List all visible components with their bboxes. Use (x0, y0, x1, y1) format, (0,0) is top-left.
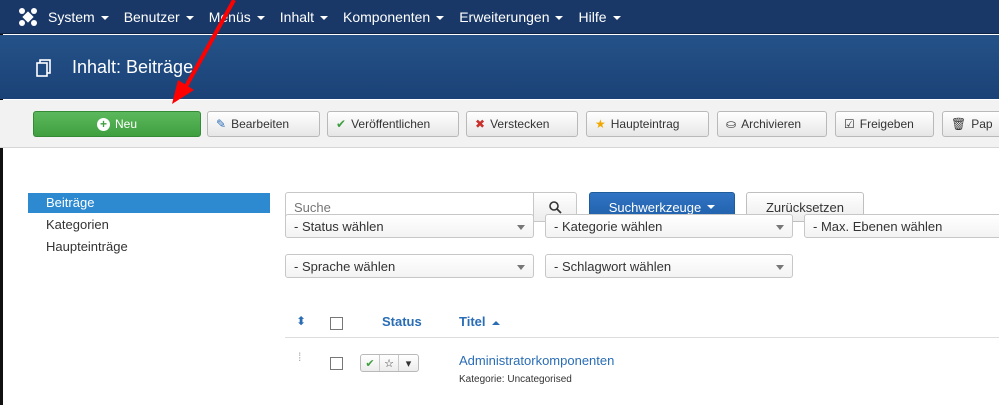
ordering-sort-icon[interactable]: ⬍ (296, 314, 306, 328)
chevron-down-icon (100, 16, 109, 21)
title-column-label: Titel (459, 314, 486, 329)
language-filter-value: - Sprache wählen (294, 258, 396, 274)
trash-icon: 🗑 (951, 117, 967, 131)
action-toolbar: + Neu ✎ Bearbeiten ✔ Veröffentlichen ✖ V… (0, 100, 999, 148)
chevron-down-icon (185, 16, 194, 21)
page-title: Inhalt: Beiträge (72, 57, 194, 77)
chevron-down-icon (517, 225, 525, 230)
archive-button[interactable]: ⛀ Archivieren (717, 111, 827, 137)
language-filter-select[interactable]: - Sprache wählen (285, 254, 534, 278)
checkin-button[interactable]: ☑ Freigeben (835, 111, 934, 137)
edit-button-label: Bearbeiten (231, 117, 290, 131)
menu-erweiterungen[interactable]: Erweiterungen (459, 9, 564, 25)
chevron-down-icon (436, 16, 445, 21)
featured-star-icon[interactable]: ☆ (380, 355, 399, 371)
article-category: Kategorie: Uncategorised (459, 374, 572, 385)
menu-benutzer[interactable]: Benutzer (124, 9, 194, 25)
edit-icon: ✎ (216, 117, 227, 131)
stack-icon (36, 59, 51, 77)
max-levels-filter-select[interactable]: - Max. Ebenen wählen (804, 214, 999, 238)
published-check-icon[interactable]: ✔ (361, 355, 380, 371)
menu-erweiterungen-label: Erweiterungen (459, 9, 550, 25)
menu-inhalt-label: Inhalt (279, 9, 315, 25)
row-checkbox[interactable] (330, 357, 343, 370)
status-filter-select[interactable]: - Status wählen (285, 214, 534, 238)
title-column-header[interactable]: Titel (459, 314, 500, 329)
chevron-down-icon (612, 16, 621, 21)
row-actions-dropdown-icon[interactable]: ▾ (399, 355, 418, 371)
sidebar-item-kategorien[interactable]: Kategorien (28, 215, 270, 235)
trash-button[interactable]: 🗑 Pap (942, 111, 999, 137)
menu-benutzer-label: Benutzer (123, 9, 180, 25)
chevron-down-icon (555, 16, 564, 21)
sidebar-item-beitraege[interactable]: Beiträge (28, 193, 270, 213)
featured-button-label: Haupteintrag (610, 117, 680, 131)
chevron-down-icon (776, 265, 784, 270)
publish-button[interactable]: ✔ Veröffentlichen (327, 111, 459, 137)
max-levels-filter-value: - Max. Ebenen wählen (813, 218, 943, 234)
search-icon (548, 200, 562, 214)
new-button-label: Neu (114, 117, 137, 131)
chevron-down-icon (256, 16, 265, 21)
table-header: ⬍ Status Titel (285, 308, 999, 338)
checkin-button-label: Freigeben (859, 117, 914, 131)
category-filter-value: - Kategorie wählen (554, 218, 663, 234)
sort-asc-icon (491, 320, 500, 325)
chevron-down-icon (776, 225, 784, 230)
featured-button[interactable]: ★ Haupteintrag (586, 111, 709, 137)
archive-button-label: Archivieren (741, 117, 802, 131)
menu-system-label: System (48, 9, 95, 25)
times-circle-icon: ✖ (475, 117, 486, 131)
main-menu: System Benutzer Menüs Inhalt Komponenten… (48, 0, 636, 34)
tag-filter-select[interactable]: - Schlagwort wählen (545, 254, 793, 278)
publish-button-label: Veröffentlichen (351, 117, 431, 131)
trash-button-label: Pap (971, 117, 993, 131)
status-column-header[interactable]: Status (382, 314, 422, 329)
menu-system[interactable]: System (48, 9, 109, 25)
checkbox-icon: ☑ (844, 117, 855, 131)
plus-circle-icon: + (96, 117, 110, 131)
menu-menues[interactable]: Menüs (209, 9, 265, 25)
menu-menues-label: Menüs (208, 9, 251, 25)
chevron-down-icon (517, 265, 525, 270)
joomla-icon[interactable] (18, 7, 38, 27)
table-row: ⁞ ✔ ☆ ▾ Administratorkomponenten Kategor… (285, 345, 999, 405)
article-title-link[interactable]: Administratorkomponenten (459, 353, 614, 368)
sidebar-item-haupteintraege[interactable]: Haupteinträge (28, 237, 270, 257)
select-all-checkbox[interactable] (330, 317, 343, 330)
chevron-down-icon (707, 205, 716, 209)
menu-hilfe-label: Hilfe (578, 9, 607, 25)
unpublish-button-label: Verstecken (490, 117, 550, 131)
tag-filter-value: - Schlagwort wählen (554, 258, 672, 274)
menu-inhalt[interactable]: Inhalt (279, 9, 329, 25)
menu-komponenten[interactable]: Komponenten (343, 9, 445, 25)
page-header: Inhalt: Beiträge (0, 35, 999, 99)
menu-hilfe[interactable]: Hilfe (578, 9, 621, 25)
drag-handle-icon[interactable]: ⁞ (298, 351, 301, 363)
menu-komponenten-label: Komponenten (343, 9, 431, 25)
unpublish-button[interactable]: ✖ Verstecken (466, 111, 578, 137)
edit-button[interactable]: ✎ Bearbeiten (207, 111, 320, 137)
archive-icon: ⛀ (726, 117, 737, 131)
star-icon: ★ (595, 117, 606, 131)
submenu-sidebar: Beiträge Kategorien Haupteinträge (28, 193, 270, 257)
check-icon: ✔ (336, 117, 347, 131)
search-tools-label: Suchwerkzeuge (608, 199, 702, 215)
category-filter-select[interactable]: - Kategorie wählen (545, 214, 793, 238)
status-button-group: ✔ ☆ ▾ (360, 354, 419, 372)
new-button[interactable]: + Neu (33, 111, 201, 137)
status-filter-value: - Status wählen (294, 218, 384, 234)
chevron-down-icon (320, 16, 329, 21)
top-navbar: System Benutzer Menüs Inhalt Komponenten… (0, 0, 999, 34)
